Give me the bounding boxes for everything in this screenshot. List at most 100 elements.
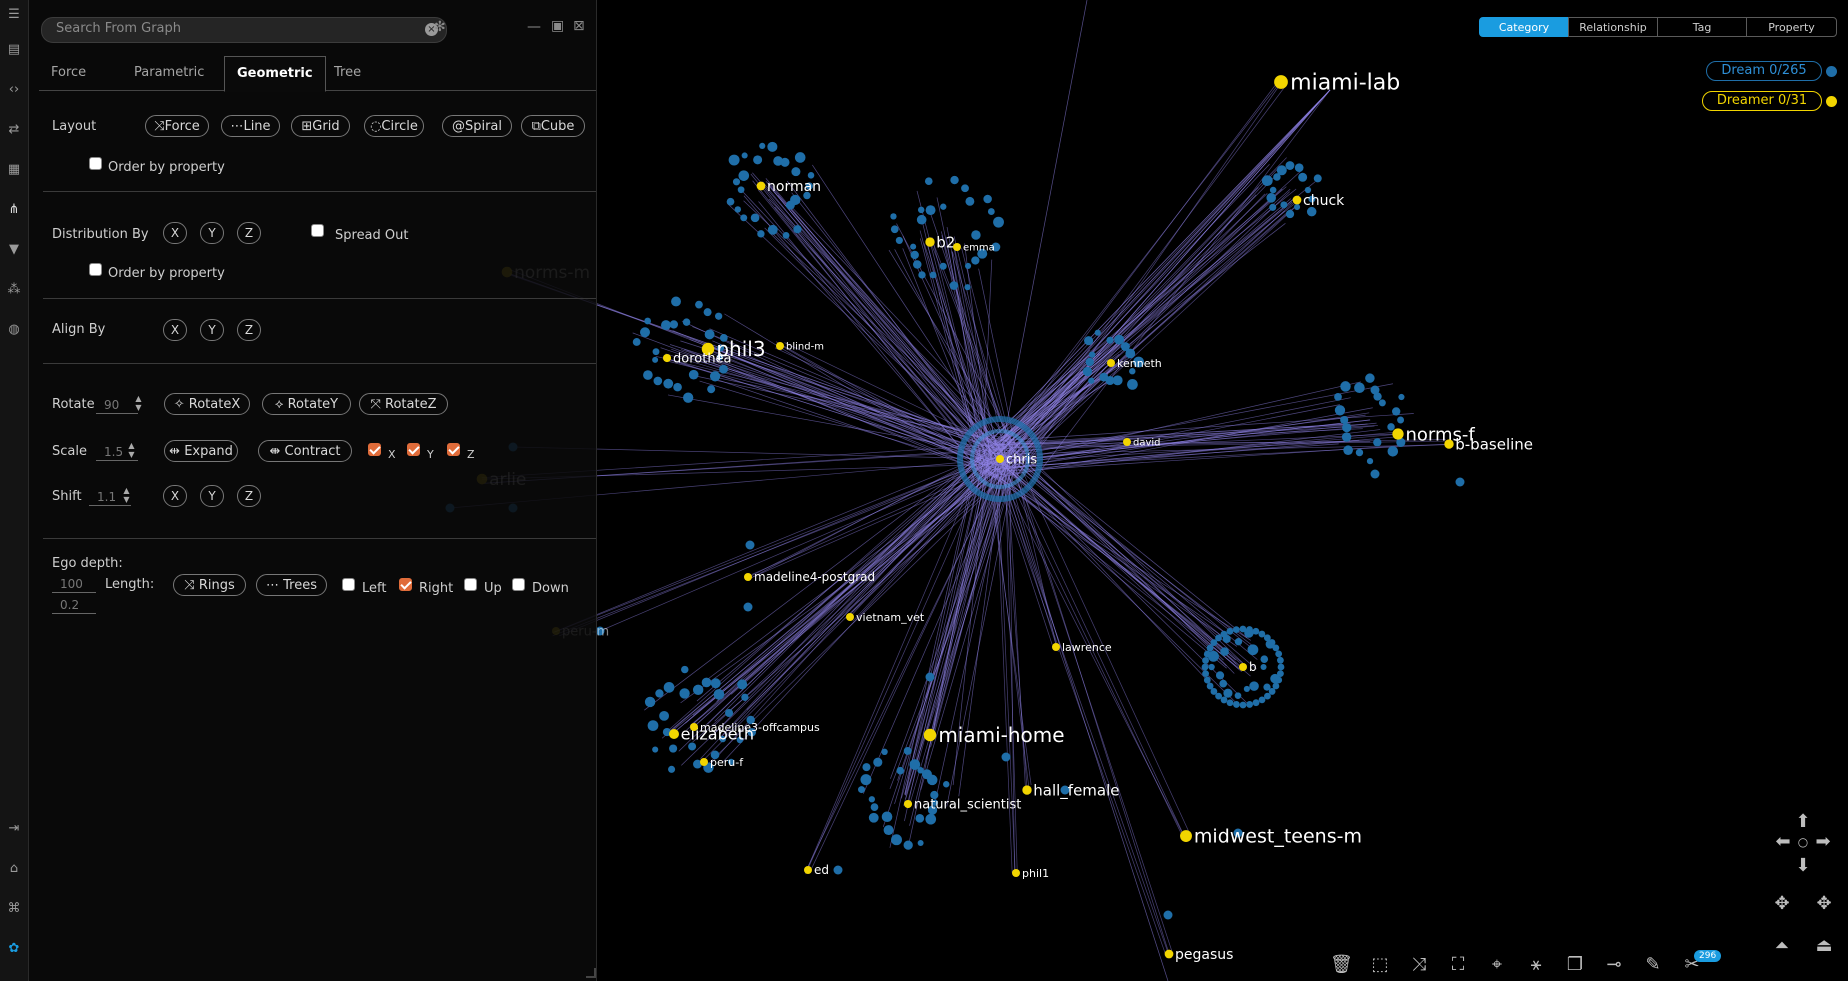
dream-node[interactable] [940, 203, 947, 210]
dream-node[interactable] [1366, 457, 1374, 465]
rotate-input[interactable]: 90 [96, 396, 138, 414]
scale-y-checkbox[interactable] [407, 443, 420, 456]
dream-node[interactable] [1275, 650, 1283, 658]
dream-node[interactable] [1340, 415, 1349, 425]
dream-node[interactable] [728, 154, 740, 166]
close-icon[interactable]: ⊠ [573, 18, 585, 34]
dreamer-node-ed[interactable] [804, 866, 812, 874]
expand-button[interactable]: ⇹ Expand [164, 440, 238, 462]
dream-node[interactable] [807, 172, 815, 179]
dreamer-node-emma[interactable] [953, 243, 961, 251]
dream-node[interactable] [652, 746, 659, 753]
dream-node[interactable] [652, 348, 660, 356]
dreamer-node-dorothea[interactable] [662, 353, 672, 363]
dream-node[interactable] [701, 677, 712, 688]
dreamer-node-vietnam_vet[interactable] [846, 613, 854, 621]
dream-node[interactable] [709, 371, 721, 382]
distribution-x-button[interactable]: X [163, 222, 187, 244]
dreamer-node-b-baseline[interactable] [1444, 439, 1454, 449]
dream-node[interactable] [653, 376, 663, 386]
hierarchy-icon[interactable]: ⋔ [6, 201, 22, 217]
rotate-vertical-icon[interactable]: ✥ [1813, 893, 1835, 915]
dream-node[interactable] [1355, 448, 1364, 457]
dream-node[interactable] [1226, 699, 1234, 707]
dream-node[interactable] [1246, 626, 1253, 633]
dream-node[interactable] [964, 284, 971, 291]
dream-node[interactable] [1313, 174, 1322, 183]
scale-z-checkbox[interactable] [447, 443, 460, 456]
maximize-icon[interactable]: ▣ [551, 18, 564, 34]
center-icon[interactable]: ○ [1792, 831, 1814, 853]
dream-node[interactable] [767, 224, 778, 235]
ego-up-checkbox[interactable] [464, 578, 477, 591]
dream-node[interactable] [673, 382, 682, 392]
dream-node[interactable] [925, 205, 936, 216]
dream-node[interactable] [1285, 209, 1295, 219]
dream-node[interactable] [1298, 172, 1308, 182]
dream-node[interactable] [950, 175, 959, 185]
dream-node[interactable] [1280, 201, 1288, 209]
ego-depth-input[interactable]: 100 [52, 575, 96, 593]
dream-node[interactable] [640, 327, 650, 338]
home-icon[interactable]: ⌂ [6, 860, 22, 876]
dream-node[interactable] [916, 214, 927, 225]
dream-node[interactable] [647, 720, 659, 731]
shift-z-button[interactable]: Z [237, 485, 261, 507]
dream-node[interactable] [655, 689, 664, 698]
dream-node[interactable] [750, 213, 760, 223]
dream-node[interactable] [1088, 351, 1096, 358]
layout-spiral-button[interactable]: @Spiral [442, 115, 512, 137]
distribution-z-button[interactable]: Z [237, 222, 261, 244]
dream-node[interactable] [737, 186, 745, 194]
dream-node[interactable] [881, 811, 893, 823]
dream-node[interactable] [917, 206, 925, 214]
dream-node[interactable] [1208, 663, 1215, 671]
rotate-z-button[interactable]: ⤧ RotateZ [359, 393, 448, 415]
dream-node[interactable] [1343, 445, 1353, 455]
target-icon[interactable]: ⌖ [1486, 954, 1508, 976]
dream-node[interactable] [753, 155, 763, 165]
fit-screen-icon[interactable]: ⛶ [1447, 954, 1469, 976]
dream-node[interactable] [738, 170, 750, 181]
scale-x-checkbox[interactable] [368, 443, 381, 456]
dreamer-node-peru-f[interactable] [700, 758, 708, 766]
dreamer-node-elizabeth[interactable] [669, 729, 679, 739]
dream-node[interactable] [1398, 393, 1405, 401]
dream-node[interactable] [1239, 625, 1247, 633]
dream-node[interactable] [1370, 385, 1380, 395]
dreamer-node-lawrence[interactable] [1052, 643, 1060, 651]
dream-node[interactable] [644, 696, 656, 708]
pan-up-icon[interactable]: ⬆ [1792, 811, 1814, 833]
dream-node[interactable] [780, 157, 790, 167]
dreamer-node-madeline4-postgrad[interactable] [744, 573, 752, 581]
dream-node[interactable] [927, 774, 938, 786]
dream-node[interactable] [925, 813, 937, 825]
dream-node[interactable] [710, 678, 721, 689]
distribution-order-checkbox[interactable] [89, 263, 102, 276]
dream-node[interactable] [695, 300, 703, 309]
dream-node[interactable] [1275, 676, 1283, 684]
dream-node[interactable] [745, 540, 755, 550]
menu-icon[interactable]: ☰ [6, 6, 22, 22]
dream-node[interactable] [881, 748, 888, 756]
dream-node[interactable] [1206, 682, 1214, 690]
tab-force[interactable]: Force [39, 56, 98, 90]
dream-node[interactable] [782, 232, 790, 239]
dream-node[interactable] [1223, 688, 1233, 698]
dream-node[interactable] [707, 385, 716, 394]
dream-node[interactable] [1203, 650, 1211, 658]
dream-node[interactable] [741, 693, 749, 701]
dream-node[interactable] [1127, 379, 1138, 390]
dream-node[interactable] [890, 213, 897, 220]
rotate-x-button[interactable]: ✧ RotateX [164, 393, 250, 415]
dreamer-node-chris[interactable] [995, 454, 1005, 464]
dream-node[interactable] [740, 214, 748, 222]
ego-length-input[interactable]: 0.2 [52, 596, 96, 614]
layout-circle-button[interactable]: ◌Circle [364, 115, 424, 137]
dream-node[interactable] [1247, 644, 1259, 656]
dream-node[interactable] [1234, 637, 1243, 646]
align-x-button[interactable]: X [163, 319, 187, 341]
dream-node[interactable] [862, 763, 871, 772]
dreamer-node-midwest_teens-m[interactable] [1180, 830, 1192, 842]
dream-node[interactable] [1233, 701, 1240, 708]
